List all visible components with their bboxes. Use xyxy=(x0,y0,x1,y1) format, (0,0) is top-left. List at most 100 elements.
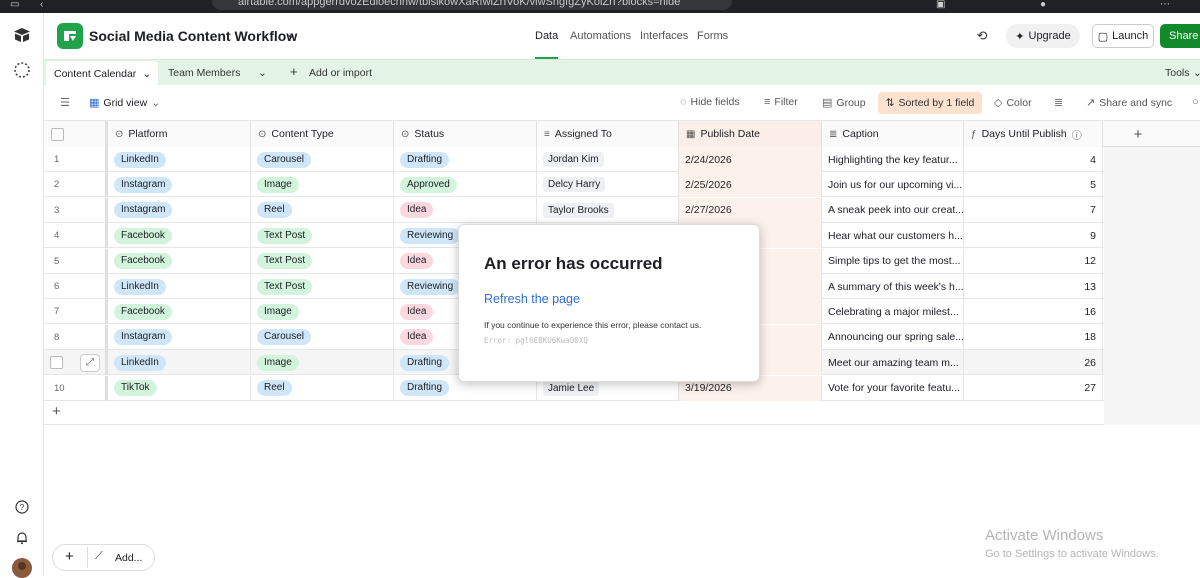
menu-icon[interactable]: ⋯ xyxy=(1160,0,1170,12)
nav-forms[interactable]: Forms xyxy=(697,30,728,42)
cell-days-until-publish[interactable]: 7 xyxy=(964,197,1103,223)
plus-icon[interactable]: + xyxy=(65,548,74,565)
add-button-label[interactable]: Add... xyxy=(115,552,142,564)
column-header-days-until-publish[interactable]: ƒ Days Until Publish ⓘ xyxy=(964,121,1103,147)
cell-assigned-to[interactable]: Jordan Kim xyxy=(537,147,679,172)
cell-platform[interactable]: Instagram xyxy=(108,172,251,198)
cell-publish-date[interactable]: 2/27/2026 xyxy=(679,197,822,223)
address-bar[interactable]: airtable.com/appgerrdvozEdioecnhw/tblsik… xyxy=(212,0,732,10)
row-checkbox[interactable] xyxy=(50,356,63,370)
cell-assigned-to[interactable]: Taylor Brooks xyxy=(537,197,679,223)
share-button[interactable]: Share xyxy=(1160,24,1200,48)
share-sync-button[interactable]: ↗ Share and sync xyxy=(1086,96,1172,110)
cell-content-type[interactable]: Image xyxy=(251,172,394,198)
chevron-down-icon[interactable]: ⌄ xyxy=(142,68,151,80)
cell-days-until-publish[interactable]: 9 xyxy=(964,223,1103,249)
tab-content-calendar[interactable]: Content Calendar ⌄ xyxy=(46,61,158,86)
add-record-row[interactable]: + xyxy=(44,401,1104,425)
user-avatar[interactable] xyxy=(12,558,32,578)
column-header-publish-date[interactable]: ▦ Publish Date xyxy=(679,121,822,147)
cell-caption[interactable]: Hear what our customers h... xyxy=(822,223,964,249)
plus-icon[interactable]: + xyxy=(290,64,298,79)
cell-caption[interactable]: Join us for our upcoming vi... xyxy=(822,172,964,198)
cell-status[interactable]: Approved xyxy=(394,172,537,198)
cell-status[interactable]: Drafting xyxy=(394,147,537,172)
cell-days-until-publish[interactable]: 12 xyxy=(964,248,1103,274)
cell-platform[interactable]: LinkedIn xyxy=(108,274,251,299)
tools-menu[interactable]: Tools xyxy=(1165,67,1190,79)
cell-caption[interactable]: A sneak peek into our creat... xyxy=(822,197,964,223)
cell-platform[interactable]: LinkedIn xyxy=(108,147,251,172)
expand-record-icon[interactable]: ⤢ xyxy=(80,353,100,372)
cell-days-until-publish[interactable]: 5 xyxy=(964,172,1103,198)
cell-platform[interactable]: LinkedIn xyxy=(108,350,251,376)
cell-days-until-publish[interactable]: 16 xyxy=(964,299,1103,325)
launch-button[interactable]: ▢ Launch xyxy=(1092,24,1154,48)
cell-days-until-publish[interactable]: 13 xyxy=(964,274,1103,299)
cell-days-until-publish[interactable]: 18 xyxy=(964,324,1103,350)
cell-caption[interactable]: Announcing our spring sale... xyxy=(822,324,964,350)
cell-content-type[interactable]: Image xyxy=(251,350,394,376)
cell-caption[interactable]: Celebrating a major milest... xyxy=(822,299,964,325)
plus-icon[interactable]: + xyxy=(52,403,61,420)
hamburger-menu-icon[interactable]: ☰ xyxy=(60,96,70,109)
cell-content-type[interactable]: Reel xyxy=(251,197,394,223)
cell-days-until-publish[interactable]: 26 xyxy=(964,350,1103,376)
airtable-home-icon[interactable] xyxy=(12,25,32,45)
cell-days-until-publish[interactable]: 4 xyxy=(964,147,1103,172)
table-row[interactable]: 2 Instagram Image Approved Delcy Harry 2/25/2… xyxy=(44,172,1104,198)
upgrade-button[interactable]: ✦ Upgrade xyxy=(1006,24,1080,48)
cell-publish-date[interactable]: 2/25/2026 xyxy=(679,172,822,198)
cell-content-type[interactable]: Text Post xyxy=(251,223,394,249)
help-icon[interactable]: ? xyxy=(12,497,32,517)
group-button[interactable]: ▤ Group xyxy=(822,96,866,110)
history-icon[interactable]: ⟲ xyxy=(971,25,993,47)
color-button[interactable]: ◇ Color xyxy=(994,96,1032,110)
column-header-caption[interactable]: ≣ Caption xyxy=(822,121,964,147)
cell-caption[interactable]: Highlighting the key featur... xyxy=(822,147,964,172)
cell-status[interactable]: Idea xyxy=(394,197,537,223)
cell-content-type[interactable]: Carousel xyxy=(251,147,394,172)
cell-content-type[interactable]: Text Post xyxy=(251,274,394,299)
cell-platform[interactable]: Instagram xyxy=(108,197,251,223)
add-or-import-button[interactable]: Add or import xyxy=(309,67,372,79)
extension-icon[interactable]: ▣ xyxy=(936,0,945,12)
cell-content-type[interactable]: Carousel xyxy=(251,324,394,350)
cell-platform[interactable]: Facebook xyxy=(108,248,251,274)
column-header-status[interactable]: ⊙ Status xyxy=(394,121,537,147)
chevron-down-icon[interactable]: ⌄ xyxy=(1193,67,1200,79)
column-header-content-type[interactable]: ⊙ Content Type xyxy=(251,121,394,147)
cell-platform[interactable]: Facebook xyxy=(108,299,251,325)
cell-caption[interactable]: Simple tips to get the most... xyxy=(822,248,964,274)
search-icon[interactable]: ○ xyxy=(1192,96,1199,108)
add-field-button[interactable]: + xyxy=(1103,121,1173,147)
cell-content-type[interactable]: Reel xyxy=(251,375,394,401)
nav-data[interactable]: Data xyxy=(535,30,558,42)
notifications-bell-icon[interactable] xyxy=(12,528,32,548)
sort-button[interactable]: ⇅ Sorted by 1 field xyxy=(878,92,982,114)
refresh-page-link[interactable]: Refresh the page xyxy=(484,292,580,306)
back-icon[interactable]: ‹ xyxy=(40,0,43,12)
cell-caption[interactable]: Meet our amazing team m... xyxy=(822,350,964,376)
chevron-down-icon[interactable]: ⌄ xyxy=(258,67,267,79)
chevron-down-icon[interactable]: ⌄ xyxy=(286,27,296,41)
cell-days-until-publish[interactable]: 27 xyxy=(964,375,1103,401)
cell-content-type[interactable]: Image xyxy=(251,299,394,325)
cell-caption[interactable]: Vote for your favorite featu... xyxy=(822,375,964,401)
cell-platform[interactable]: Facebook xyxy=(108,223,251,249)
profile-icon[interactable]: ● xyxy=(1040,0,1046,12)
tab-team-members[interactable]: Team Members xyxy=(168,67,240,79)
table-row[interactable]: 3 Instagram Reel Idea Taylor Brooks 2/27/2026… xyxy=(44,197,1104,223)
view-switcher[interactable]: ▦ Grid view ⌄ xyxy=(89,96,160,110)
cell-caption[interactable]: A summary of this week's h... xyxy=(822,274,964,299)
hide-fields-button[interactable]: ◌ Hide fields xyxy=(680,96,740,108)
nav-automations[interactable]: Automations xyxy=(570,30,631,42)
window-icon[interactable]: ▭ xyxy=(10,0,19,12)
cell-platform[interactable]: Instagram xyxy=(108,324,251,350)
base-title[interactable]: Social Media Content Workflow xyxy=(89,28,297,44)
table-row[interactable]: 1 LinkedIn Carousel Drafting Jordan Kim 2/24/… xyxy=(44,147,1104,172)
column-header-platform[interactable]: ⊙ Platform xyxy=(108,121,251,147)
cell-assigned-to[interactable]: Delcy Harry xyxy=(537,172,679,198)
nav-interfaces[interactable]: Interfaces xyxy=(640,30,688,42)
info-icon[interactable]: ⓘ xyxy=(1072,127,1082,142)
